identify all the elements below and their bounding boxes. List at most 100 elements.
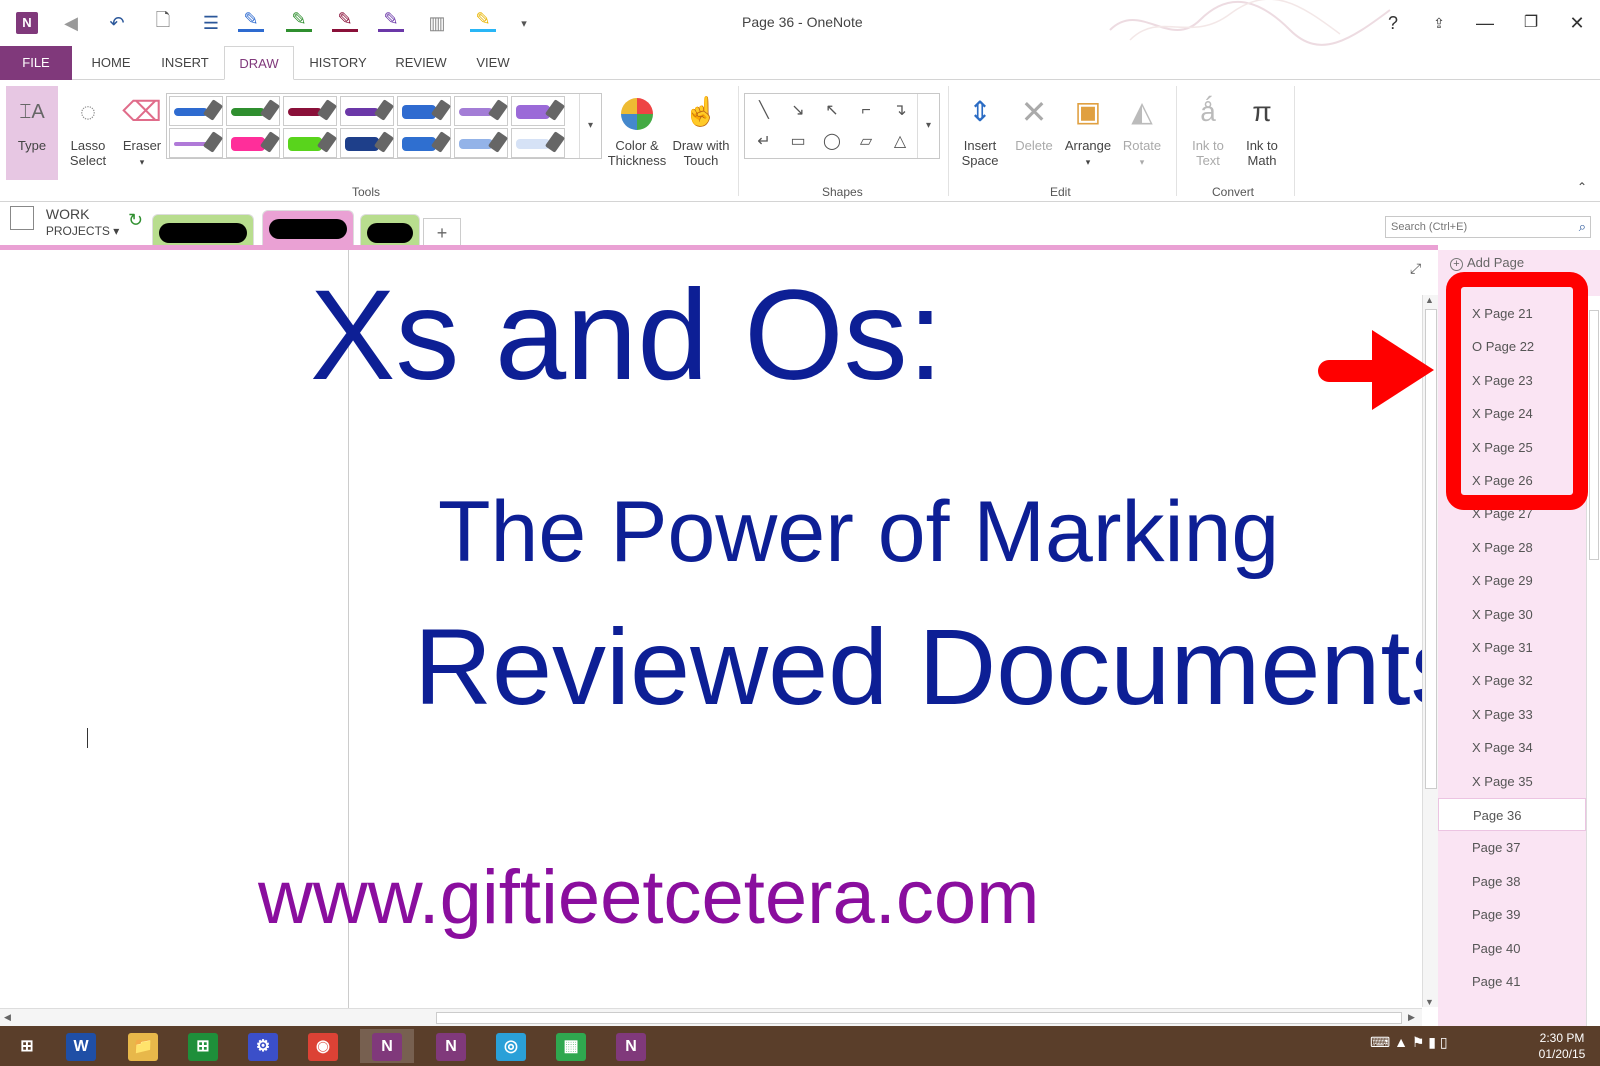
page-list-item[interactable]: X Page 33 bbox=[1438, 698, 1586, 731]
pen-swatch[interactable] bbox=[397, 96, 452, 126]
shapes-gallery-more-button[interactable]: ▾ bbox=[917, 94, 939, 158]
pen-swatch[interactable] bbox=[283, 96, 338, 126]
ribbon-display-button[interactable]: ⇪ bbox=[1424, 10, 1454, 36]
page-list-item[interactable]: X Page 30 bbox=[1438, 598, 1586, 631]
tab-insert[interactable]: INSERT bbox=[152, 46, 218, 80]
sync-icon[interactable]: ↻ bbox=[128, 210, 143, 231]
double-arrow-shape-icon[interactable]: ↖ bbox=[817, 96, 847, 126]
expand-icon[interactable]: ⤢ bbox=[1410, 260, 1421, 277]
page-canvas[interactable]: ⤢ Xs and Os: The Power of Marking Review… bbox=[0, 250, 1422, 1008]
onenote-app-icon[interactable]: N bbox=[604, 1029, 658, 1063]
pen-swatch[interactable] bbox=[169, 128, 224, 158]
back-icon[interactable]: ◀ bbox=[58, 10, 84, 36]
maximize-button[interactable]: ❐ bbox=[1516, 10, 1546, 36]
rectangle-shape-icon[interactable]: ▭ bbox=[783, 127, 813, 157]
camera-icon[interactable]: ◎ bbox=[484, 1029, 538, 1063]
customize-icon[interactable]: ▾ bbox=[516, 10, 532, 36]
pen-blue-icon[interactable]: ✎ bbox=[238, 9, 264, 32]
clock[interactable]: 2:30 PM 01/20/15 bbox=[1530, 1030, 1594, 1062]
add-page-button[interactable]: + Add Page bbox=[1450, 255, 1524, 271]
ink-to-text-button[interactable]: ǻ Ink to Text bbox=[1182, 86, 1234, 180]
file-explorer-icon[interactable]: 📁 bbox=[116, 1029, 170, 1063]
pen-swatch[interactable] bbox=[169, 96, 224, 126]
calculator-icon[interactable]: ▦ bbox=[544, 1029, 598, 1063]
parallelogram-shape-icon[interactable]: ▱ bbox=[851, 127, 881, 157]
pen-swatch[interactable] bbox=[511, 128, 566, 158]
tab-history[interactable]: HISTORY bbox=[300, 46, 376, 80]
bullets-icon[interactable]: ☰ bbox=[194, 10, 228, 36]
pen-swatch[interactable] bbox=[340, 96, 395, 126]
minimize-button[interactable]: — bbox=[1470, 10, 1500, 36]
triangle-shape-icon[interactable]: △ bbox=[885, 127, 915, 157]
pen-swatch[interactable] bbox=[283, 128, 338, 158]
scroll-down-icon[interactable]: ▼ bbox=[1425, 997, 1434, 1007]
axis-shape-icon[interactable]: ⌐ bbox=[851, 96, 881, 126]
subtitle-line-1[interactable]: The Power of Marking bbox=[438, 485, 1279, 580]
settings-icon[interactable]: ⚙ bbox=[236, 1029, 290, 1063]
page-list-item[interactable]: X Page 29 bbox=[1438, 564, 1586, 597]
draw-with-touch-button[interactable]: ☝ Draw with Touch bbox=[668, 86, 734, 180]
search-icon[interactable]: ⌕ bbox=[1579, 217, 1586, 237]
page-list-item[interactable]: Page 40 bbox=[1438, 932, 1586, 965]
pen-swatch[interactable] bbox=[340, 128, 395, 158]
pen-swatch[interactable] bbox=[397, 128, 452, 158]
undo-icon[interactable]: ↶ bbox=[104, 10, 130, 36]
corner-arrow-shape-icon[interactable]: ↵ bbox=[749, 127, 779, 157]
website-url[interactable]: www.giftieetcetera.com bbox=[258, 856, 1039, 940]
pen-green-icon[interactable]: ✎ bbox=[286, 9, 312, 32]
subtitle-line-2[interactable]: Reviewed Documents bbox=[414, 607, 1422, 727]
page-list-item[interactable]: X Page 34 bbox=[1438, 731, 1586, 764]
search-input[interactable]: Search (Ctrl+E) ⌕ bbox=[1385, 216, 1591, 238]
rotate-button[interactable]: ◭ Rotate ▾ bbox=[1116, 86, 1168, 180]
ink-to-math-button[interactable]: π Ink to Math bbox=[1236, 86, 1288, 180]
line-shape-icon[interactable]: ╲ bbox=[749, 96, 779, 126]
pen-swatch[interactable] bbox=[226, 128, 281, 158]
oval-shape-icon[interactable]: ◯ bbox=[817, 127, 847, 157]
section-tab[interactable] bbox=[360, 214, 420, 248]
page-list-item[interactable]: X Page 32 bbox=[1438, 664, 1586, 697]
tab-home[interactable]: HOME bbox=[80, 46, 142, 80]
scroll-thumb[interactable] bbox=[436, 1012, 1402, 1024]
page-title-text[interactable]: Xs and Os: bbox=[310, 265, 943, 407]
highlighter-icon[interactable]: ✎ bbox=[470, 9, 496, 32]
scroll-left-icon[interactable]: ◀ bbox=[4, 1012, 11, 1023]
onenote-icon[interactable]: N bbox=[360, 1029, 414, 1063]
axis-arrow-shape-icon[interactable]: ↴ bbox=[885, 96, 915, 126]
word-icon[interactable]: W bbox=[54, 1029, 108, 1063]
page-list-item[interactable]: Page 36 bbox=[1438, 798, 1586, 831]
chrome-icon[interactable]: ◉ bbox=[296, 1029, 350, 1063]
pen-purple-icon[interactable]: ✎ bbox=[378, 9, 404, 32]
start-icon[interactable]: ⊞ bbox=[0, 1029, 54, 1063]
scroll-up-icon[interactable]: ▲ bbox=[1425, 295, 1434, 305]
tab-file[interactable]: FILE bbox=[0, 46, 72, 80]
page-list-item[interactable]: X Page 28 bbox=[1438, 531, 1586, 564]
section-tab-active[interactable] bbox=[262, 210, 354, 248]
onenote-clipper-icon[interactable]: N bbox=[424, 1029, 478, 1063]
delete-page-icon[interactable]: 🗋 bbox=[150, 10, 176, 36]
page-list-item[interactable]: X Page 31 bbox=[1438, 631, 1586, 664]
arrow-shape-icon[interactable]: ↘ bbox=[783, 96, 813, 126]
pen-red-icon[interactable]: ✎ bbox=[332, 9, 358, 32]
dock-icon[interactable]: ▥ bbox=[424, 10, 450, 36]
close-button[interactable]: ✕ bbox=[1562, 10, 1592, 36]
page-list-item[interactable]: Page 38 bbox=[1438, 865, 1586, 898]
notebook-selector[interactable]: WORK PROJECTS ▾ bbox=[10, 206, 119, 238]
pen-swatch[interactable] bbox=[511, 96, 566, 126]
pen-swatch[interactable] bbox=[226, 96, 281, 126]
tab-view[interactable]: VIEW bbox=[466, 46, 520, 80]
tab-draw[interactable]: DRAW bbox=[224, 46, 294, 80]
arrange-button[interactable]: ▣ Arrange ▾ bbox=[1060, 86, 1116, 180]
delete-button[interactable]: ✕ Delete bbox=[1008, 86, 1060, 180]
scroll-thumb[interactable] bbox=[1589, 310, 1599, 560]
onenote-logo-icon[interactable]: N bbox=[14, 10, 40, 36]
help-button[interactable]: ? bbox=[1378, 10, 1408, 36]
collapse-ribbon-button[interactable]: ⌃ bbox=[1572, 180, 1592, 194]
pen-swatch[interactable] bbox=[454, 128, 509, 158]
eraser-button[interactable]: ⌫ Eraser ▾ bbox=[116, 86, 168, 180]
scroll-right-icon[interactable]: ▶ bbox=[1408, 1012, 1415, 1023]
page-list-item[interactable]: Page 41 bbox=[1438, 965, 1586, 998]
lasso-select-button[interactable]: ◌ Lasso Select bbox=[62, 86, 114, 180]
canvas-horizontal-scrollbar[interactable]: ◀ ▶ bbox=[0, 1008, 1422, 1026]
pen-swatch[interactable] bbox=[454, 96, 509, 126]
insert-space-button[interactable]: ⇕ Insert Space bbox=[954, 86, 1006, 180]
